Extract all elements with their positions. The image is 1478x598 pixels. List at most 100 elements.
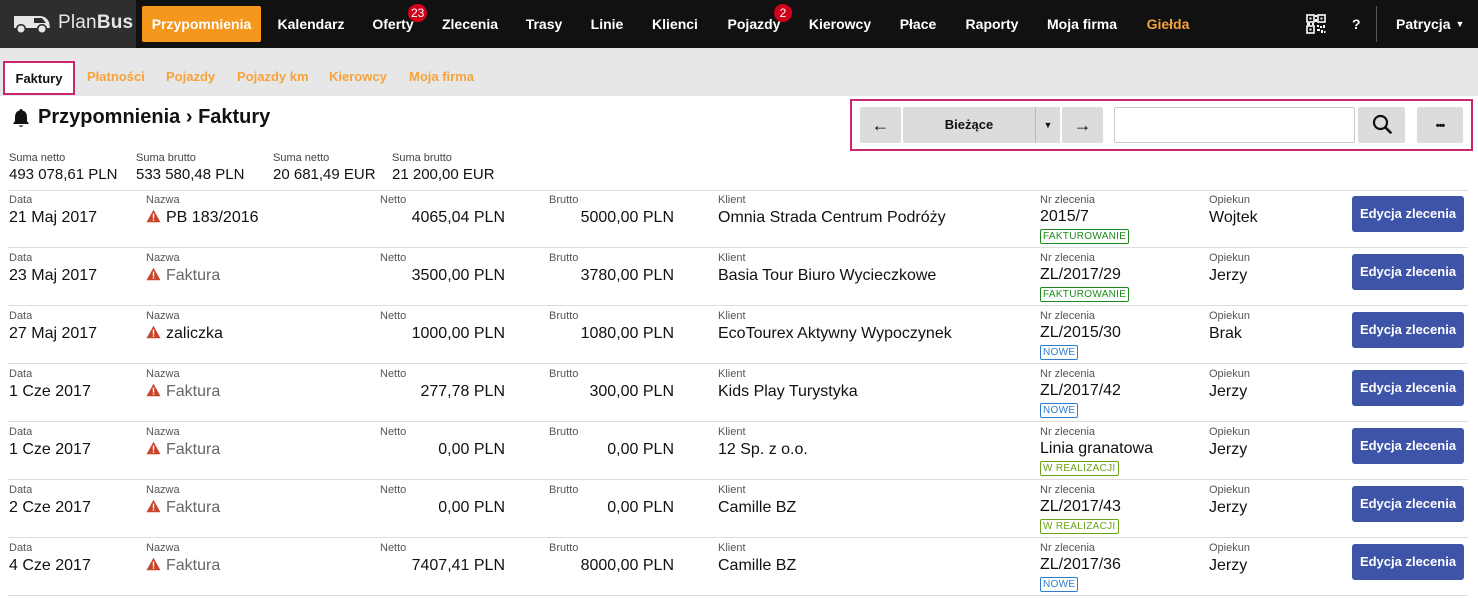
- cell-brutto: Brutto 8000,00 PLN: [549, 542, 674, 575]
- nav-label: Linie: [590, 16, 624, 32]
- col-label-nr: Nr zlecenia: [1040, 194, 1096, 206]
- nav-place[interactable]: Płace: [888, 0, 948, 48]
- cell-opiekun: Opiekun Brak: [1209, 310, 1250, 343]
- order-number[interactable]: 2015/7: [1040, 208, 1129, 226]
- nav-linie[interactable]: Linie: [582, 0, 632, 48]
- more-options-button[interactable]: •••: [1417, 107, 1463, 143]
- col-label-brutto: Brutto: [549, 310, 579, 322]
- date-value: 21 Maj 2017: [9, 209, 98, 226]
- subtab-label: Moja firma: [409, 69, 475, 84]
- order-number[interactable]: ZL/2017/43: [1040, 498, 1121, 516]
- more-dots-icon: •••: [1435, 120, 1446, 132]
- subtab-label: Płatności: [87, 69, 145, 84]
- cell-nr-zlecenia: Nr zlecenia Linia granatowa W REALIZACJI: [1040, 426, 1153, 476]
- invoice-name: Faktura: [166, 267, 221, 284]
- chevron-down-icon: ▼: [1043, 120, 1053, 130]
- order-number[interactable]: ZL/2015/30: [1040, 324, 1121, 342]
- edit-order-button[interactable]: Edycja zlecenia: [1352, 486, 1464, 522]
- edit-order-button[interactable]: Edycja zlecenia: [1352, 544, 1464, 580]
- edit-order-button[interactable]: Edycja zlecenia: [1352, 370, 1464, 406]
- status-badge: FAKTUROWANIE: [1040, 229, 1130, 244]
- netto-value: 4065,04 PLN: [411, 209, 505, 226]
- period-dropdown-caret[interactable]: ▼: [1035, 107, 1060, 143]
- col-label-brutto: Brutto: [549, 426, 579, 438]
- user-menu[interactable]: Patrycja ▼: [1396, 0, 1464, 48]
- subtab-label: Faktury: [15, 71, 63, 86]
- order-number[interactable]: Linia granatowa: [1040, 440, 1153, 458]
- invoice-name: Faktura: [166, 557, 221, 574]
- col-label-nazwa: Nazwa: [146, 310, 180, 322]
- nav-kalendarz[interactable]: Kalendarz: [268, 0, 354, 48]
- subtab-label: Pojazdy km: [237, 69, 309, 84]
- table-row: Data 1 Cze 2017 Nazwa Faktura Netto 277,…: [0, 364, 1478, 422]
- next-period-button[interactable]: →: [1062, 107, 1103, 143]
- subtab-kierowcy[interactable]: Kierowcy: [329, 48, 387, 96]
- subtab-label: Pojazdy: [166, 69, 216, 84]
- cell-klient: Klient Camille BZ: [718, 542, 796, 575]
- nav-zlecenia[interactable]: Zlecenia: [434, 0, 506, 48]
- cell-nr-zlecenia: Nr zlecenia ZL/2017/43 W REALIZACJI: [1040, 484, 1121, 534]
- order-number[interactable]: ZL/2017/36: [1040, 556, 1121, 574]
- cell-opiekun: Opiekun Jerzy: [1209, 368, 1250, 401]
- cell-klient: Klient Omnia Strada Centrum Podróży: [718, 194, 946, 227]
- col-label-opiekun: Opiekun: [1209, 194, 1250, 206]
- subtab-platnosci[interactable]: Płatności: [87, 48, 145, 96]
- edit-order-button[interactable]: Edycja zlecenia: [1352, 312, 1464, 348]
- cell-netto: Netto 7407,41 PLN: [380, 542, 505, 575]
- nav-trasy[interactable]: Trasy: [514, 0, 574, 48]
- owner-value: Wojtek: [1209, 209, 1258, 226]
- edit-order-button[interactable]: Edycja zlecenia: [1352, 254, 1464, 290]
- order-number[interactable]: ZL/2017/29: [1040, 266, 1129, 284]
- cell-nazwa: Nazwa Faktura: [146, 252, 220, 285]
- cell-brutto: Brutto 0,00 PLN: [549, 426, 674, 459]
- col-label-brutto: Brutto: [549, 368, 579, 380]
- col-label-brutto: Brutto: [549, 542, 579, 554]
- edit-order-button[interactable]: Edycja zlecenia: [1352, 428, 1464, 464]
- cell-nazwa: Nazwa Faktura: [146, 368, 220, 401]
- subtab-moja-firma[interactable]: Moja firma: [409, 48, 474, 96]
- cell-nr-zlecenia: Nr zlecenia ZL/2017/42 NOWE: [1040, 368, 1121, 418]
- col-label-data: Data: [9, 252, 33, 264]
- client-value: Kids Play Turystyka: [718, 383, 858, 400]
- breadcrumb-section: Przypomnienia: [38, 106, 181, 128]
- nav-raporty[interactable]: Raporty: [956, 0, 1028, 48]
- col-label-nr: Nr zlecenia: [1040, 252, 1096, 264]
- col-label-opiekun: Opiekun: [1209, 484, 1250, 496]
- nav-przypomnienia[interactable]: Przypomnienia: [142, 6, 261, 42]
- order-number[interactable]: ZL/2017/42: [1040, 382, 1121, 400]
- brutto-value: 1080,00 PLN: [580, 325, 674, 342]
- cell-data: Data 4 Cze 2017: [9, 542, 91, 575]
- cell-data: Data 1 Cze 2017: [9, 368, 91, 401]
- nav-label: Zlecenia: [441, 16, 499, 32]
- summary-value: 533 580,48 PLN: [136, 166, 245, 183]
- cell-klient: Klient EcoTourex Aktywny Wypoczynek: [718, 310, 952, 343]
- qr-code-icon[interactable]: [1306, 14, 1326, 34]
- col-label-data: Data: [9, 426, 33, 438]
- subtab-pojazdy[interactable]: Pojazdy: [166, 48, 215, 96]
- cell-data: Data 2 Cze 2017: [9, 484, 91, 517]
- table-row: Data 4 Cze 2017 Nazwa Faktura Netto 7407…: [0, 538, 1478, 596]
- brand-name-light: Plan: [58, 12, 97, 33]
- col-label-brutto: Brutto: [549, 484, 579, 496]
- col-label-klient: Klient: [718, 484, 746, 496]
- nav-gielda[interactable]: Giełda: [1136, 0, 1200, 48]
- help-button[interactable]: ?: [1352, 0, 1361, 48]
- prev-period-button[interactable]: ←: [860, 107, 901, 143]
- nav-kierowcy[interactable]: Kierowcy: [800, 0, 880, 48]
- summary-label: Suma netto: [9, 152, 66, 164]
- nav-klienci[interactable]: Klienci: [640, 0, 710, 48]
- warning-icon: [146, 499, 161, 513]
- planbus-logo[interactable]: PlanBus: [0, 0, 136, 48]
- table-row: Data 27 Maj 2017 Nazwa zaliczka Netto 10…: [0, 306, 1478, 364]
- subtab-faktury[interactable]: Faktury: [3, 61, 75, 95]
- edit-order-button[interactable]: Edycja zlecenia: [1352, 196, 1464, 232]
- pojazdy-count-badge: 2: [774, 4, 792, 22]
- status-badge: NOWE: [1040, 577, 1079, 592]
- search-input[interactable]: [1114, 107, 1355, 143]
- subtab-pojazdy-km[interactable]: Pojazdy km: [237, 48, 309, 96]
- nav-label: Raporty: [965, 16, 1019, 32]
- cell-nr-zlecenia: Nr zlecenia ZL/2017/36 NOWE: [1040, 542, 1121, 592]
- search-button[interactable]: [1358, 107, 1405, 143]
- col-label-netto: Netto: [380, 194, 407, 206]
- nav-moja-firma[interactable]: Moja firma: [1036, 0, 1128, 48]
